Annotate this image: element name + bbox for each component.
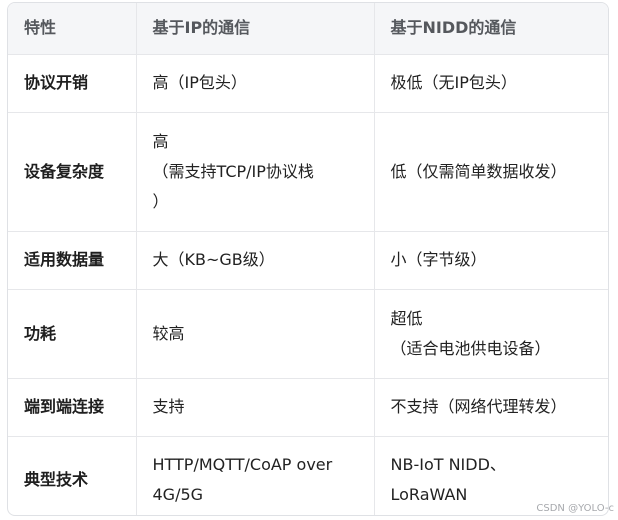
nidd-cell: 低（仅需简单数据收发） — [374, 112, 608, 232]
ip-cell: 大（KB~GB级） — [136, 231, 375, 290]
cell-line: 小（字节级） — [390, 250, 487, 269]
cell-line: 高（IP包头） — [152, 73, 247, 92]
cell-line: 超低 — [390, 308, 423, 328]
ip-cell: 较高 — [136, 289, 375, 379]
cell-line: 高 — [152, 131, 169, 151]
feature-cell: 协议开销 — [8, 54, 137, 113]
table-row: 设备复杂度 高 （需支持TCP/IP协议栈 ） 低（仅需简单数据收发） — [8, 112, 608, 232]
cell-line: ） — [152, 191, 169, 211]
feature-cell: 功耗 — [8, 289, 137, 379]
table-row: 适用数据量 大（KB~GB级） 小（字节级） — [8, 231, 608, 290]
cell-line: （适合电池供电设备） — [390, 338, 551, 358]
header-feature: 特性 — [8, 3, 137, 55]
table-row: 协议开销 高（IP包头） 极低（无IP包头） — [8, 54, 608, 113]
comparison-table: 特性 基于IP的通信 基于NIDD的通信 协议开销 高（IP包头） 极低（无IP… — [8, 3, 608, 515]
feature-cell: 设备复杂度 — [8, 112, 137, 232]
feature-cell: 典型技术 — [8, 436, 137, 515]
table-header-row: 特性 基于IP的通信 基于NIDD的通信 — [8, 3, 608, 55]
feature-cell: 适用数据量 — [8, 231, 137, 290]
cell-line: （需支持TCP/IP协议栈 — [152, 161, 314, 181]
comparison-table-container: 特性 基于IP的通信 基于NIDD的通信 协议开销 高（IP包头） 极低（无IP… — [7, 2, 609, 516]
nidd-cell: 极低（无IP包头） — [374, 54, 608, 113]
table-row: 功耗 较高 超低 （适合电池供电设备） — [8, 289, 608, 379]
ip-cell: 高（IP包头） — [136, 54, 375, 113]
nidd-cell: 不支持（网络代理转发） — [374, 378, 608, 437]
csdn-watermark: CSDN @YOLO-c — [536, 503, 614, 514]
cell-line: 大（KB~GB级） — [152, 250, 275, 269]
cell-line: 4G/5G — [152, 484, 204, 504]
cell-line: 低（仅需简单数据收发） — [390, 161, 567, 181]
nidd-cell: 超低 （适合电池供电设备） — [374, 289, 608, 379]
cell-line: NB-IoT NIDD、 — [390, 454, 506, 474]
ip-cell: 高 （需支持TCP/IP协议栈 ） — [136, 112, 375, 232]
ip-cell: HTTP/MQTT/CoAP over 4G/5G — [136, 436, 375, 515]
cell-line: 支持 — [152, 397, 185, 416]
table-row: 典型技术 HTTP/MQTT/CoAP over 4G/5G NB-IoT NI… — [8, 436, 608, 515]
nidd-cell: 小（字节级） — [374, 231, 608, 290]
header-nidd-communication: 基于NIDD的通信 — [374, 3, 608, 55]
ip-cell: 支持 — [136, 378, 375, 437]
cell-line: 极低（无IP包头） — [390, 73, 517, 92]
feature-cell: 端到端连接 — [8, 378, 137, 437]
cell-line: 不支持（网络代理转发） — [390, 397, 567, 416]
cell-line: 较高 — [152, 323, 185, 343]
cell-line: HTTP/MQTT/CoAP over — [152, 454, 333, 474]
header-ip-communication: 基于IP的通信 — [136, 3, 375, 55]
table-row: 端到端连接 支持 不支持（网络代理转发） — [8, 378, 608, 437]
